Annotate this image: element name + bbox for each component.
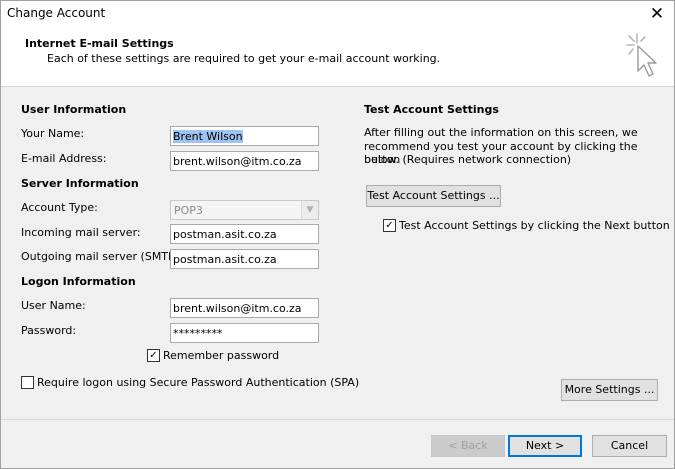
user-information-heading: User Information [21,103,127,116]
password-field[interactable]: ********* [170,323,319,343]
your-name-value: Brent Wilson [173,130,243,143]
dialog-header: Internet E-mail Settings Each of these s… [1,29,674,87]
incoming-server-label: Incoming mail server: [21,226,141,239]
account-type-label: Account Type: [21,201,98,214]
account-type-value: POP3 [174,204,203,217]
remember-password-label: Remember password [163,349,280,362]
your-name-field[interactable]: Brent Wilson [170,126,319,146]
test-on-next-label: Test Account Settings by clicking the Ne… [399,219,670,232]
change-account-dialog: Change Account ✕ Internet E-mail Setting… [0,0,675,469]
chevron-down-icon: ▼ [301,201,318,219]
spa-label: Require logon using Secure Password Auth… [37,376,360,389]
spa-checkbox[interactable] [21,376,34,389]
outgoing-server-label: Outgoing mail server (SMTP): [21,250,183,263]
header-subtitle: Each of these settings are required to g… [47,52,441,65]
server-information-heading: Server Information [21,177,139,190]
close-button[interactable]: ✕ [640,1,674,29]
title-bar: Change Account ✕ [1,1,674,29]
incoming-server-field[interactable]: postman.asit.co.za [170,224,319,244]
outgoing-server-field[interactable]: postman.asit.co.za [170,249,319,269]
footer-divider [1,419,674,420]
user-name-field[interactable]: brent.wilson@itm.co.za [170,298,319,318]
test-description-line3: below. (Requires network connection) [364,153,572,166]
email-address-label: E-mail Address: [21,152,107,165]
header-title: Internet E-mail Settings [25,37,174,50]
test-description-line1: After filling out the information on thi… [364,126,638,139]
account-type-select: POP3 ▼ [170,200,319,220]
wizard-cursor-icon [626,33,657,77]
test-settings-heading: Test Account Settings [364,103,499,116]
email-address-field[interactable]: brent.wilson@itm.co.za [170,151,319,171]
test-on-next-checkbox[interactable]: ✓ [383,219,396,232]
user-name-label: User Name: [21,299,86,312]
test-account-settings-button[interactable]: Test Account Settings ... [366,185,501,207]
logon-information-heading: Logon Information [21,275,136,288]
back-button: < Back [431,435,505,457]
more-settings-button[interactable]: More Settings ... [561,379,658,401]
cancel-button[interactable]: Cancel [592,435,667,457]
your-name-label: Your Name: [21,127,85,140]
window-title: Change Account [7,6,106,20]
next-button[interactable]: Next > [508,435,582,457]
remember-password-checkbox[interactable]: ✓ [147,349,160,362]
password-label: Password: [21,324,77,337]
